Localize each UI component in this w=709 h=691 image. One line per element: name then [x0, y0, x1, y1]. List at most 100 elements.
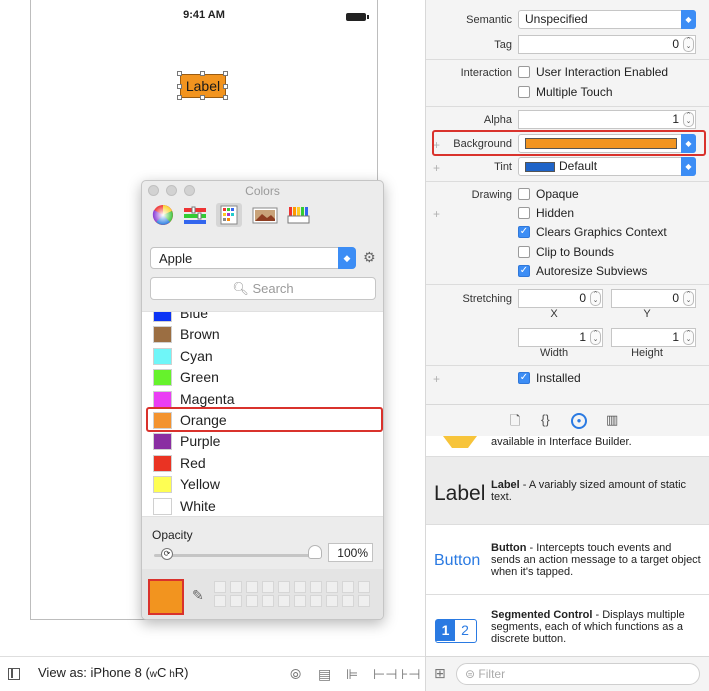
stretch-x-field[interactable]: 0 ⌃ ⌄: [518, 289, 603, 308]
resize-handle[interactable]: [177, 84, 182, 89]
stepper-icon[interactable]: ⌃ ⌄: [590, 291, 601, 306]
resize-handle[interactable]: [177, 71, 182, 76]
image-palettes-icon[interactable]: [252, 203, 278, 227]
color-list-item[interactable]: Brown: [142, 324, 383, 345]
stepper-icon[interactable]: ⌃ ⌄: [683, 37, 694, 52]
color-list-item[interactable]: Blue: [142, 312, 383, 324]
color-list-item[interactable]: Green: [142, 367, 383, 388]
autoresize-checkbox[interactable]: ✓: [518, 265, 530, 277]
color-list-item[interactable]: Yellow: [142, 474, 383, 495]
resize-handle[interactable]: [223, 84, 228, 89]
empty-swatch-slot[interactable]: [294, 581, 306, 593]
view-as-device-button[interactable]: View as: iPhone 8 (wC hR): [38, 665, 188, 680]
eyedropper-icon[interactable]: ✎: [192, 587, 204, 604]
clip-to-bounds-checkbox[interactable]: [518, 246, 530, 258]
resize-handle[interactable]: [200, 95, 205, 100]
zoom-icon[interactable]: ⦾: [290, 666, 301, 683]
gear-icon[interactable]: ⚙: [363, 249, 376, 266]
library-item-partial[interactable]: available in Interface Builder.: [426, 436, 709, 457]
color-sliders-icon[interactable]: [182, 203, 208, 227]
empty-swatch-slot[interactable]: [246, 595, 258, 607]
resize-handle[interactable]: [223, 71, 228, 76]
empty-swatch-slot[interactable]: [358, 581, 370, 593]
embed-in-stack-icon[interactable]: ▤: [318, 666, 331, 683]
alpha-label: Alpha: [483, 114, 512, 126]
library-filter-field[interactable]: ⊜ Filter: [456, 663, 700, 685]
empty-swatch-slot[interactable]: [246, 581, 258, 593]
installed-checkbox[interactable]: ✓: [518, 372, 530, 384]
color-search-field[interactable]: 🔍︎ Search: [150, 277, 376, 300]
stepper-icon[interactable]: ⌃ ⌄: [683, 291, 694, 306]
file-template-icon[interactable]: 🗋: [510, 412, 520, 434]
empty-swatch-slot[interactable]: [342, 595, 354, 607]
empty-swatch-slot[interactable]: [278, 595, 290, 607]
empty-swatch-slot[interactable]: [342, 581, 354, 593]
opacity-value-field[interactable]: 100%: [328, 543, 373, 562]
document-outline-toggle-icon[interactable]: [8, 668, 20, 680]
resolve-issues-icon[interactable]: ⊦⊣: [401, 666, 420, 683]
empty-swatch-slot[interactable]: [262, 595, 274, 607]
empty-swatch-slot[interactable]: [310, 581, 322, 593]
stepper-icon[interactable]: ⌃ ⌄: [683, 330, 694, 345]
add-variation-icon[interactable]: +: [433, 372, 440, 386]
code-snippet-icon[interactable]: {}: [541, 412, 550, 427]
align-icon[interactable]: ⊫: [346, 666, 358, 683]
empty-swatch-slot[interactable]: [230, 595, 242, 607]
opaque-checkbox[interactable]: [518, 188, 530, 200]
empty-swatch-slot[interactable]: [262, 581, 274, 593]
empty-swatch-slot[interactable]: [358, 595, 370, 607]
add-variation-icon[interactable]: +: [433, 207, 440, 221]
library-item-button[interactable]: Button Button - Intercepts touch events …: [426, 526, 709, 595]
stepper-icon[interactable]: ⌃ ⌄: [590, 330, 601, 345]
stepper-icon[interactable]: ⌃ ⌄: [683, 112, 694, 127]
empty-swatch-slot[interactable]: [310, 595, 322, 607]
tag-field[interactable]: 0 ⌃ ⌄: [518, 35, 696, 54]
reset-opacity-icon[interactable]: ⟳: [161, 548, 173, 560]
object-library[interactable]: available in Interface Builder. Label La…: [425, 436, 709, 656]
user-interaction-checkbox[interactable]: [518, 66, 530, 78]
palette-name: Apple: [159, 251, 193, 266]
color-list-item[interactable]: Purple: [142, 431, 383, 452]
multiple-touch-checkbox[interactable]: [518, 86, 530, 98]
stretch-y-field[interactable]: 0 ⌃ ⌄: [611, 289, 696, 308]
library-item-segmented-control[interactable]: 1 2 Segmented Control - Displays multipl…: [426, 596, 709, 656]
grid-view-icon[interactable]: ⊞: [434, 665, 446, 682]
empty-swatch-slot[interactable]: [326, 595, 338, 607]
color-list-item[interactable]: White: [142, 496, 383, 516]
resize-handle[interactable]: [177, 95, 182, 100]
alpha-field[interactable]: 1 ⌃ ⌄: [518, 110, 696, 129]
pencils-icon[interactable]: [286, 203, 312, 227]
library-item-title: Button: [491, 542, 527, 554]
tint-color-dropdown[interactable]: Default ◆: [518, 157, 696, 176]
stretch-width-field[interactable]: 1 ⌃ ⌄: [518, 328, 603, 347]
empty-swatch-slot[interactable]: [230, 581, 242, 593]
color-swatch: [153, 454, 172, 472]
saved-swatches-grid[interactable]: [214, 581, 376, 609]
tint-label: Tint: [494, 161, 512, 173]
opacity-slider-track[interactable]: [154, 554, 310, 557]
object-library-icon[interactable]: ●: [571, 413, 587, 429]
empty-swatch-slot[interactable]: [294, 595, 306, 607]
media-library-icon[interactable]: ▥: [606, 412, 618, 428]
add-constraints-icon[interactable]: ⊢⊣: [373, 666, 397, 683]
color-list-item[interactable]: Red: [142, 453, 383, 474]
hidden-checkbox[interactable]: [518, 207, 530, 219]
semantic-dropdown[interactable]: Unspecified ◆: [518, 10, 696, 29]
color-wheel-icon[interactable]: [150, 203, 176, 227]
opacity-slider-knob[interactable]: [308, 545, 322, 559]
resize-handle[interactable]: [223, 95, 228, 100]
color-list-item[interactable]: Cyan: [142, 346, 383, 367]
palette-selector-dropdown[interactable]: Apple ◆: [150, 247, 356, 269]
library-item-label[interactable]: Label Label - A variably sized amount of…: [426, 457, 709, 525]
empty-swatch-slot[interactable]: [278, 581, 290, 593]
hidden-label: Hidden: [536, 206, 575, 220]
empty-swatch-slot[interactable]: [214, 581, 226, 593]
current-color-swatch[interactable]: [148, 579, 184, 615]
empty-swatch-slot[interactable]: [326, 581, 338, 593]
resize-handle[interactable]: [200, 71, 205, 76]
empty-swatch-slot[interactable]: [214, 595, 226, 607]
clears-graphics-checkbox[interactable]: ✓: [518, 226, 530, 238]
drawing-label: Drawing: [471, 189, 512, 201]
color-palettes-icon[interactable]: [216, 203, 242, 227]
stretch-height-field[interactable]: 1 ⌃ ⌄: [611, 328, 696, 347]
